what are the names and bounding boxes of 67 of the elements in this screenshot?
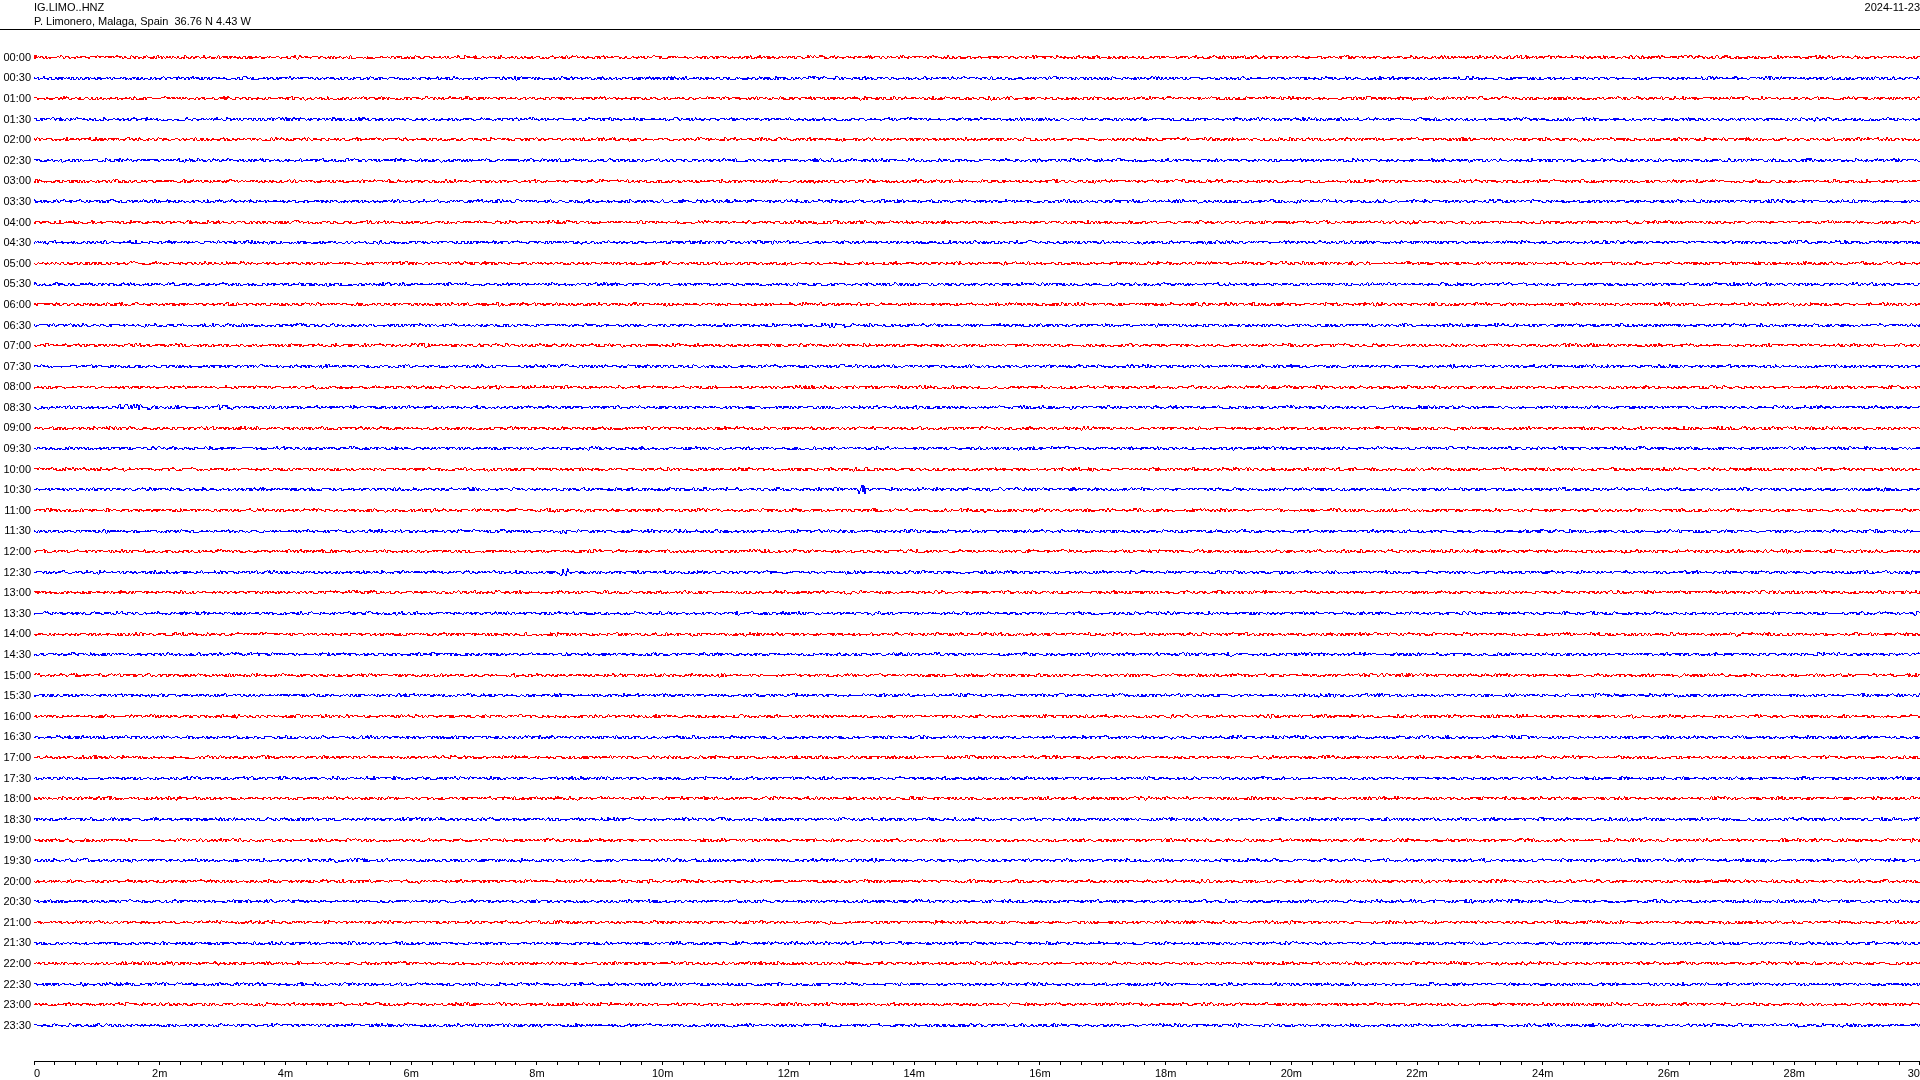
time-label: 23:00 — [2, 998, 31, 1012]
time-label: 19:00 — [2, 833, 31, 847]
time-label: 02:00 — [2, 133, 31, 147]
time-label: 16:30 — [2, 730, 31, 744]
station-code: IG.LIMO..HNZ — [34, 0, 106, 14]
time-label: 17:00 — [2, 751, 31, 764]
station-location: P. Limonero, Malaga, Spain 36.76 N 4.43 W — [34, 14, 251, 28]
time-label: 00:00 — [2, 50, 31, 64]
time-label: 22:00 — [2, 956, 31, 970]
time-label: 06:30 — [2, 318, 31, 332]
time-label: 18:00 — [2, 792, 31, 806]
time-label: 02:30 — [2, 153, 31, 167]
time-label: 08:30 — [2, 400, 31, 414]
tick-label: 14m — [903, 1066, 925, 1079]
tick-label: 28m — [1783, 1066, 1805, 1079]
tick-label: 4m — [277, 1066, 294, 1079]
time-label: 14:00 — [2, 627, 31, 641]
time-label: 03:00 — [2, 174, 31, 188]
time-label: 15:30 — [2, 689, 31, 703]
time-label: 01:00 — [2, 92, 31, 105]
tick-label: 6m — [403, 1066, 419, 1079]
time-label: 09:00 — [2, 421, 31, 435]
time-label: 20:00 — [2, 874, 31, 888]
time-label: 03:30 — [2, 194, 31, 208]
time-label: 11:30 — [3, 524, 31, 538]
tick-label: 24m — [1532, 1066, 1554, 1079]
tick-label: 8m — [529, 1066, 545, 1079]
tick-label: 16m — [1029, 1066, 1051, 1079]
tick-label: 30 — [1907, 1066, 1920, 1079]
time-label: 12:30 — [2, 565, 31, 579]
time-label: 22:30 — [2, 977, 31, 991]
tick-label: 22m — [1406, 1066, 1428, 1079]
tick-label: 10m — [651, 1066, 674, 1079]
tick-label: 2m — [152, 1066, 168, 1079]
time-label: 18:30 — [2, 812, 31, 826]
time-label: 11:00 — [3, 503, 31, 517]
time-label: 23:30 — [2, 1018, 31, 1032]
tick-label: 12m — [777, 1066, 800, 1079]
time-label: 10:00 — [2, 462, 31, 476]
time-label: 12:00 — [2, 545, 31, 559]
time-label: 14:30 — [2, 648, 31, 661]
time-label: 06:00 — [2, 297, 31, 311]
tick-label: 0 — [34, 1066, 41, 1079]
time-label: 21:00 — [2, 915, 31, 929]
time-label: 13:30 — [2, 606, 31, 620]
time-label: 15:00 — [2, 668, 31, 682]
time-label: 04:30 — [2, 236, 31, 250]
tick-label: 18m — [1154, 1066, 1177, 1079]
time-label: 09:30 — [2, 442, 31, 456]
time-label: 08:00 — [2, 380, 31, 394]
time-label: 19:30 — [2, 853, 31, 867]
time-label: 10:30 — [2, 483, 31, 497]
time-label: 16:00 — [2, 709, 31, 723]
date-label: 2024-11-23 — [1864, 0, 1920, 15]
time-label: 01:30 — [2, 112, 31, 126]
time-label: 05:30 — [2, 277, 31, 291]
time-label: 05:00 — [2, 256, 31, 270]
time-label: 07:00 — [2, 339, 31, 353]
time-label: 21:30 — [2, 936, 31, 950]
time-label: 00:30 — [2, 71, 31, 85]
time-label: 17:30 — [2, 771, 31, 785]
time-label: 04:00 — [2, 215, 31, 229]
time-label: 13:00 — [2, 586, 31, 600]
tick-label: 20m — [1280, 1066, 1303, 1079]
time-label: 07:30 — [2, 359, 31, 373]
tick-label: 26m — [1657, 1066, 1680, 1079]
time-label: 20:30 — [2, 895, 31, 909]
